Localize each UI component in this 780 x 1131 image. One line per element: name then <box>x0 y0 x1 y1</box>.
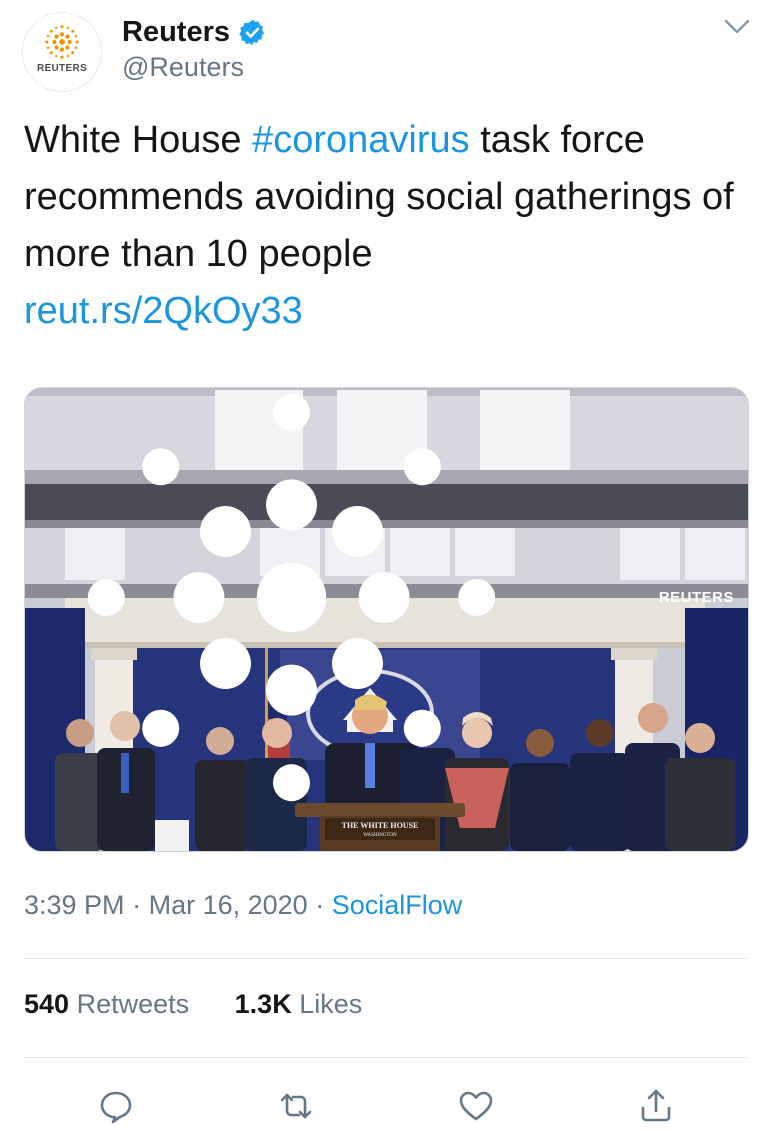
tweet-stats: 540 Retweets 1.3K Likes <box>24 989 400 1020</box>
avatar[interactable]: REUTERS <box>22 12 102 92</box>
handle[interactable]: @Reuters <box>122 52 244 83</box>
reply-icon <box>100 1091 132 1124</box>
photo-watermark: REUTERS <box>25 388 734 829</box>
likes-count: 1.3K <box>234 989 292 1019</box>
retweets-label: Retweets <box>76 989 190 1019</box>
podium-sign-subtitle: WASHINGTON <box>363 833 397 838</box>
tweet-text: White House #coronavirus task force reco… <box>24 112 759 340</box>
display-name[interactable]: Reuters <box>122 16 230 49</box>
like-icon <box>459 1091 493 1121</box>
article-link[interactable]: reut.rs/2QkOy33 <box>24 290 303 332</box>
tweet-timestamp-row: 3:39 PM · Mar 16, 2020 · SocialFlow <box>24 890 462 921</box>
divider <box>24 958 748 959</box>
avatar-label: REUTERS <box>37 63 87 74</box>
meta-separator: · <box>315 890 325 920</box>
reuters-logo-icon <box>45 25 79 59</box>
divider <box>24 1057 748 1058</box>
display-name-row: Reuters <box>122 14 267 50</box>
chevron-down-icon[interactable] <box>724 18 750 36</box>
share-button[interactable] <box>636 1086 676 1126</box>
retweets-count: 540 <box>24 989 70 1019</box>
tweet-time[interactable]: 3:39 PM <box>24 890 125 920</box>
likes-stat[interactable]: 1.3K Likes <box>235 989 363 1020</box>
reply-button[interactable] <box>96 1086 136 1126</box>
retweet-button[interactable] <box>276 1086 316 1126</box>
likes-label: Likes <box>299 989 363 1019</box>
like-button[interactable] <box>456 1086 496 1126</box>
retweet-icon <box>280 1093 312 1119</box>
tweet-actions <box>0 1086 780 1126</box>
hashtag-link[interactable]: #coronavirus <box>252 119 470 161</box>
verified-badge-icon <box>239 19 264 45</box>
retweets-stat[interactable]: 540 Retweets <box>24 989 189 1020</box>
tweet-date[interactable]: Mar 16, 2020 <box>149 890 308 920</box>
meta-separator: · <box>132 890 142 920</box>
share-icon <box>641 1089 671 1122</box>
tweet-photo[interactable]: THE WHITE HOUSE WASHINGTON REUTERS <box>24 387 749 852</box>
photo-watermark-label: REUTERS <box>658 589 734 606</box>
tweet-source-link[interactable]: SocialFlow <box>332 890 463 920</box>
reuters-watermark-icon <box>87 393 496 802</box>
tweet-text-start: White House <box>24 119 253 161</box>
